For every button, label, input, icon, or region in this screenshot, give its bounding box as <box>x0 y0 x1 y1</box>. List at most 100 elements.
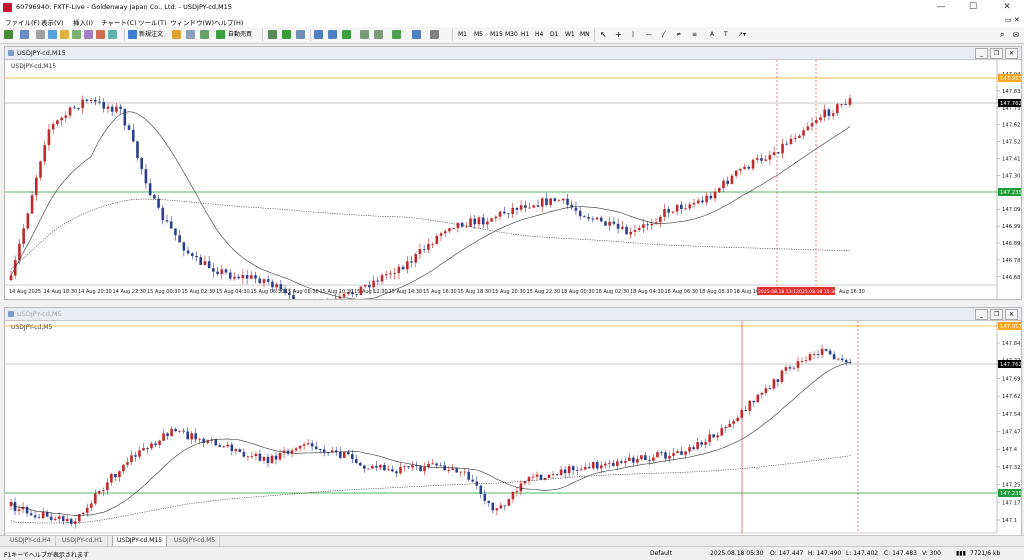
menu-tools[interactable]: ツール(T) <box>138 17 167 27</box>
metaeditor-icon[interactable] <box>172 30 181 39</box>
market-icon[interactable] <box>200 30 209 39</box>
chart-shift-icon[interactable] <box>360 30 369 39</box>
tile-windows-icon[interactable] <box>342 30 351 39</box>
bar-chart-icon[interactable] <box>268 30 277 39</box>
profiles-icon[interactable] <box>20 30 29 39</box>
candle <box>251 456 254 457</box>
menu-insert[interactable]: 挿入(I) <box>73 17 93 27</box>
candle <box>748 167 751 169</box>
candle <box>383 465 386 470</box>
mdi-menu-icons[interactable]: ▭ ✕ <box>1005 16 1020 24</box>
candle <box>757 395 760 403</box>
candle <box>208 261 211 268</box>
arrow-tool-icon[interactable]: ↗▾ <box>738 30 746 40</box>
chart-minimize-button[interactable]: _ <box>975 48 988 59</box>
vertical-line-icon[interactable]: | <box>632 30 634 40</box>
tf-h1[interactable]: H1 <box>521 30 529 40</box>
chart-window-m5[interactable]: USDJPY-cd,M5 _❐✕ USDJPY-cd,M5147.845147.… <box>4 307 1022 536</box>
candle <box>624 461 627 463</box>
candle <box>656 452 659 457</box>
chat-icon[interactable]: ✉ <box>1013 30 1019 40</box>
candle <box>659 217 662 222</box>
tf-w1[interactable]: W1 <box>565 30 575 40</box>
candle <box>648 460 651 461</box>
fibonacci-icon[interactable]: ≡ <box>692 30 697 40</box>
candle <box>102 490 105 491</box>
auto-scroll-icon[interactable] <box>374 30 383 39</box>
candle <box>469 219 472 227</box>
chart-window-m15[interactable]: USDJPY-cd,M15 _❐✕ USDJPY-cd,M15147.94147… <box>4 46 1022 300</box>
channel-icon[interactable]: ≠ <box>676 30 681 40</box>
candle <box>575 208 578 211</box>
price-chart-m5[interactable]: USDJPY-cd,M5147.845147.77147.695147.6214… <box>5 321 1021 535</box>
candle <box>802 130 805 135</box>
auto-trade-icon[interactable] <box>216 30 225 39</box>
new-order-button[interactable]: 新規注文 <box>139 30 163 40</box>
cursor-icon[interactable]: ↖ <box>600 30 607 40</box>
tab-usdjpy-h1[interactable]: USDJPY-cd,H1 <box>58 536 108 546</box>
minimize-icon[interactable]: — <box>926 0 956 15</box>
indicators-icon[interactable] <box>392 30 401 39</box>
tab-usdjpy-m5[interactable]: USDJPY-cd,M5 <box>170 536 220 546</box>
tf-h4[interactable]: H4 <box>535 30 543 40</box>
time-axis-label: 15 Aug 02:30 <box>182 289 216 295</box>
tf-m5[interactable]: M5 <box>474 30 483 40</box>
candle <box>508 499 511 506</box>
candle <box>743 167 746 169</box>
templates-icon[interactable] <box>430 30 439 39</box>
chart-restore-button[interactable]: ❐ <box>990 309 1003 320</box>
maximize-icon[interactable]: ☐ <box>958 0 988 15</box>
close-icon[interactable]: ✕ <box>992 0 1022 15</box>
new-chart-icon[interactable] <box>4 30 13 39</box>
candle <box>114 474 117 477</box>
candle <box>271 456 274 463</box>
search-icon[interactable]: ⌕ <box>1000 30 1004 40</box>
candle <box>773 379 776 388</box>
data-window-icon[interactable] <box>48 30 57 39</box>
line-chart-icon[interactable] <box>296 30 305 39</box>
candle <box>752 160 755 169</box>
chart-close-button[interactable]: ✕ <box>1005 48 1018 59</box>
crosshair-icon[interactable] <box>108 30 117 39</box>
new-order-icon[interactable] <box>128 30 137 39</box>
candle <box>828 110 831 116</box>
menu-chart[interactable]: チャート(C) <box>101 17 137 27</box>
candle <box>620 461 623 462</box>
tf-m15[interactable]: M15 <box>490 30 503 40</box>
label-tool-icon[interactable]: T <box>724 30 728 40</box>
menu-help[interactable]: ヘルプ(H) <box>214 17 243 27</box>
strategy-tester-icon[interactable] <box>84 30 93 39</box>
tf-m30[interactable]: M30 <box>505 30 518 40</box>
navigator-icon[interactable] <box>60 30 69 39</box>
chart-minimize-button[interactable]: _ <box>975 309 988 320</box>
menu-view[interactable]: 表示(V) <box>41 17 64 27</box>
chart-close-button[interactable]: ✕ <box>1005 309 1018 320</box>
tf-d1[interactable]: D1 <box>550 30 558 40</box>
candlestick-icon[interactable] <box>282 30 291 39</box>
text-tool-icon[interactable]: A <box>710 30 714 40</box>
crosshair-tool-icon[interactable]: + <box>615 30 622 40</box>
tf-m1[interactable]: M1 <box>458 30 467 40</box>
periods-icon[interactable] <box>412 30 421 39</box>
tab-usdjpy-h4[interactable]: USDJPY-cd,H4 <box>6 536 56 546</box>
zoom-in-icon[interactable] <box>314 30 323 39</box>
chart-restore-button[interactable]: ❐ <box>990 48 1003 59</box>
zoom-out-icon[interactable] <box>328 30 337 39</box>
market-watch-icon[interactable] <box>36 30 45 39</box>
candle <box>162 433 165 440</box>
candle <box>134 455 137 456</box>
price-chart-m15[interactable]: USDJPY-cd,M15147.94147.835147.73147.6251… <box>5 60 1021 299</box>
horizontal-line-icon[interactable]: — <box>646 30 652 40</box>
candle <box>140 158 143 169</box>
history-icon[interactable] <box>96 30 105 39</box>
trendline-icon[interactable]: ╱ <box>662 30 666 40</box>
menu-file[interactable]: ファイル(F) <box>5 17 40 27</box>
terminal-icon[interactable] <box>72 30 81 39</box>
tab-usdjpy-m15[interactable]: USDJPY-cd,M15 <box>112 536 167 546</box>
tf-mn[interactable]: MN <box>580 30 590 40</box>
signals-icon[interactable] <box>186 30 195 39</box>
price-tick-label: 147.52 <box>1002 140 1021 146</box>
status-volume: V: 300 <box>922 550 941 557</box>
auto-trade-button[interactable]: 自動売買 <box>228 30 252 40</box>
menu-window[interactable]: ウィンドウ(W) <box>170 17 214 27</box>
